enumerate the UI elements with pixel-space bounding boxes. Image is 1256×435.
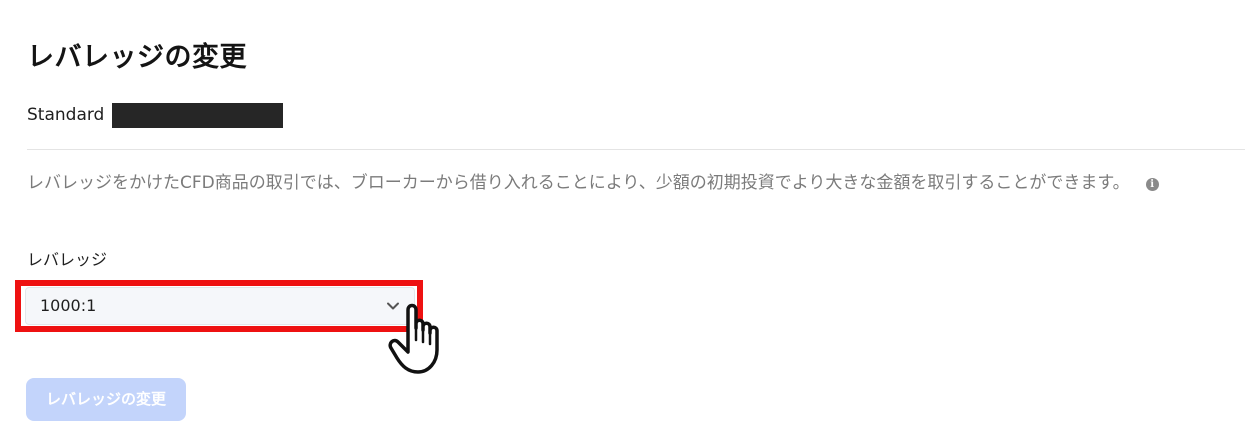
info-icon[interactable]: i: [1145, 178, 1159, 191]
change-leverage-button[interactable]: レバレッジの変更: [26, 378, 186, 421]
divider: [27, 149, 1245, 150]
description-text: レバレッジをかけたCFD商品の取引では、ブローカーから借り入れることにより、少額…: [27, 173, 1130, 193]
leverage-field-label: レバレッジ: [27, 250, 108, 269]
page-title: レバレッジの変更: [27, 42, 247, 73]
highlight-annotation: [15, 280, 423, 332]
leverage-description: レバレッジをかけたCFD商品の取引では、ブローカーから借り入れることにより、少額…: [27, 170, 1227, 197]
pointer-hand-icon: [388, 303, 439, 374]
account-type: Standard: [27, 105, 105, 125]
account-number-redacted: [112, 102, 284, 128]
change-leverage-page: レバレッジの変更 Standard レバレッジをかけたCFD商品の取引では、ブロ…: [0, 0, 1256, 435]
account-info: Standard: [27, 102, 284, 128]
